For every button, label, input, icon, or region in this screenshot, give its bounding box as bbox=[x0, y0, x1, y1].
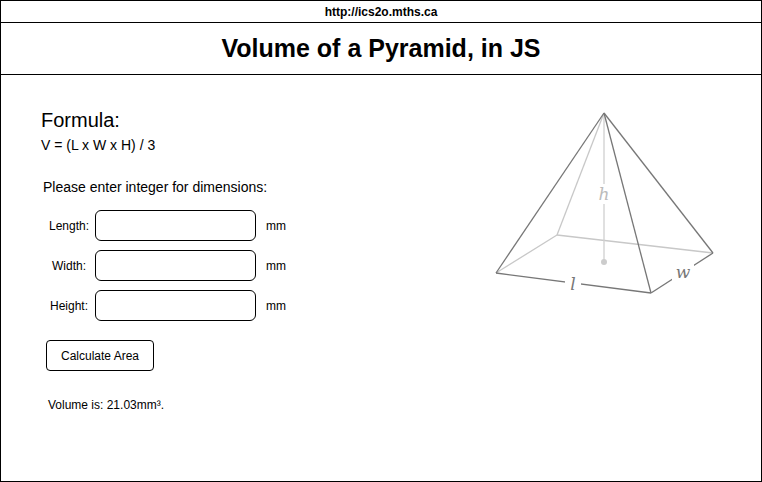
field-label: Length: bbox=[43, 219, 95, 233]
url-bar: http://ics2o.mths.ca bbox=[1, 1, 761, 23]
field-input[interactable] bbox=[95, 290, 256, 321]
field-input[interactable] bbox=[95, 250, 256, 281]
field-unit: mm bbox=[266, 219, 286, 233]
width-label: w bbox=[676, 262, 691, 282]
formula-heading: Formula: bbox=[41, 108, 489, 132]
field-unit: mm bbox=[266, 259, 286, 273]
field-label: Height: bbox=[43, 299, 95, 313]
content: Formula: V = (L x W x H) / 3 Please enter … bbox=[1, 75, 761, 481]
prompt: Please enter integer for dimensions: bbox=[43, 178, 489, 196]
field-row: Height: mm bbox=[41, 290, 489, 321]
diagram-column: h l w bbox=[489, 75, 721, 481]
pyramid-diagram: h l w bbox=[489, 108, 721, 300]
form-column: Formula: V = (L x W x H) / 3 Please enter … bbox=[41, 75, 489, 481]
formula-text: V = (L x W x H) / 3 bbox=[41, 136, 489, 154]
calculate-button[interactable]: Calculate Area bbox=[46, 340, 154, 371]
fields: Length: mm Width: mm Height: mm bbox=[41, 210, 489, 321]
page-frame: http://ics2o.mths.caVolume of a Pyramid,… bbox=[0, 0, 762, 482]
field-row: Length: mm bbox=[41, 210, 489, 241]
field-label: Width: bbox=[43, 259, 95, 273]
field-row: Width: mm bbox=[41, 250, 489, 281]
height-label: h bbox=[599, 184, 610, 204]
page-title: Volume of a Pyramid, in JS bbox=[1, 23, 761, 75]
field-unit: mm bbox=[266, 299, 286, 313]
field-input[interactable] bbox=[95, 210, 256, 241]
result: Volume is: 21.03mm³. bbox=[48, 398, 489, 412]
length-label: l bbox=[570, 274, 575, 294]
